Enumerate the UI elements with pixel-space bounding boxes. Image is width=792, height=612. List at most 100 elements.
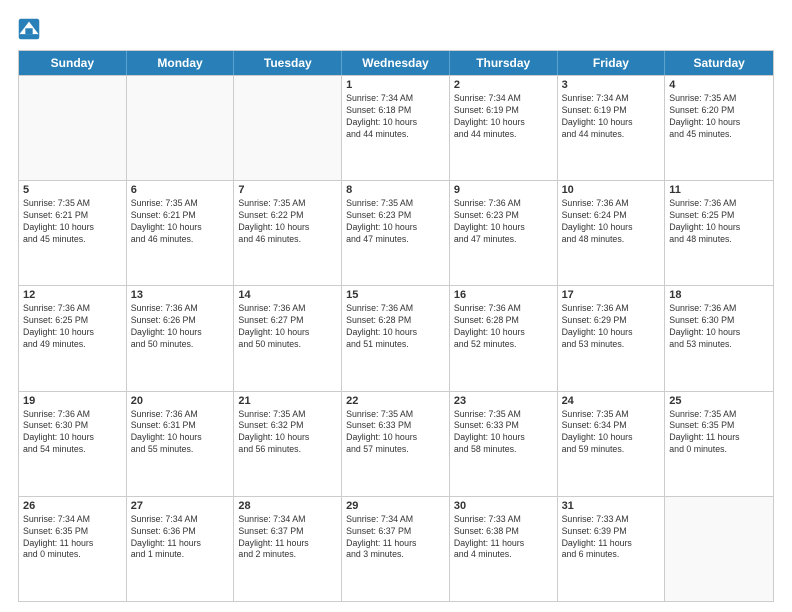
day-info: Sunrise: 7:36 AM Sunset: 6:24 PM Dayligh… — [562, 198, 661, 246]
day-number: 16 — [454, 289, 553, 301]
day-number: 20 — [131, 395, 230, 407]
day-number: 11 — [669, 184, 769, 196]
day-cell-2: 2 Sunrise: 7:34 AM Sunset: 6:19 PM Daylig… — [450, 76, 558, 180]
day-cell-8: 8Sunrise: 7:35 AM Sunset: 6:23 PM Daylig… — [342, 181, 450, 285]
day-cell-29: 29 Sunrise: 7:34 AM Sunset: 6:37 PM Dayli… — [342, 497, 450, 601]
page-header — [18, 18, 774, 40]
day-info: Sunrise: 7:36 AM Sunset: 6:26 PM Dayligh… — [131, 303, 230, 351]
day-number: 18 — [669, 289, 769, 301]
day-cell-18: 18 Sunrise: 7:36 AM Sunset: 6:30 PM Dayli… — [665, 286, 773, 390]
day-cell-3: 3 Sunrise: 7:34 AM Sunset: 6:19 PM Daylig… — [558, 76, 666, 180]
day-info: Sunrise: 7:35 AM Sunset: 6:20 PM Dayligh… — [669, 93, 769, 141]
day-cell-31: 31 Sunrise: 7:33 AM Sunset: 6:39 PM Dayli… — [558, 497, 666, 601]
calendar-row-4: 26 Sunrise: 7:34 AM Sunset: 6:35 PM Dayli… — [19, 496, 773, 601]
calendar-row-0: 1Sunrise: 7:34 AM Sunset: 6:18 PM Daylig… — [19, 75, 773, 180]
day-cell-14: 14 Sunrise: 7:36 AM Sunset: 6:27 PM Dayli… — [234, 286, 342, 390]
day-number: 9 — [454, 184, 553, 196]
header-cell-wednesday: Wednesday — [342, 51, 450, 75]
empty-cell-0-0 — [19, 76, 127, 180]
day-cell-16: 16 Sunrise: 7:36 AM Sunset: 6:28 PM Dayli… — [450, 286, 558, 390]
day-number: 3 — [562, 79, 661, 91]
day-number: 24 — [562, 395, 661, 407]
header-cell-friday: Friday — [558, 51, 666, 75]
day-cell-28: 28 Sunrise: 7:34 AM Sunset: 6:37 PM Dayli… — [234, 497, 342, 601]
day-cell-10: 10 Sunrise: 7:36 AM Sunset: 6:24 PM Dayli… — [558, 181, 666, 285]
day-info: Sunrise: 7:36 AM Sunset: 6:30 PM Dayligh… — [23, 409, 122, 457]
day-cell-1: 1Sunrise: 7:34 AM Sunset: 6:18 PM Daylig… — [342, 76, 450, 180]
day-number: 26 — [23, 500, 122, 512]
day-info: Sunrise: 7:34 AM Sunset: 6:37 PM Dayligh… — [238, 514, 337, 562]
day-info: Sunrise: 7:35 AM Sunset: 6:21 PM Dayligh… — [23, 198, 122, 246]
calendar-row-1: 5 Sunrise: 7:35 AM Sunset: 6:21 PM Daylig… — [19, 180, 773, 285]
day-cell-20: 20 Sunrise: 7:36 AM Sunset: 6:31 PM Dayli… — [127, 392, 235, 496]
day-cell-7: 7Sunrise: 7:35 AM Sunset: 6:22 PM Daylig… — [234, 181, 342, 285]
day-cell-6: 6 Sunrise: 7:35 AM Sunset: 6:21 PM Daylig… — [127, 181, 235, 285]
day-number: 2 — [454, 79, 553, 91]
day-cell-17: 17Sunrise: 7:36 AM Sunset: 6:29 PM Dayli… — [558, 286, 666, 390]
day-info: Sunrise: 7:36 AM Sunset: 6:30 PM Dayligh… — [669, 303, 769, 351]
day-info: Sunrise: 7:35 AM Sunset: 6:21 PM Dayligh… — [131, 198, 230, 246]
day-info: Sunrise: 7:36 AM Sunset: 6:23 PM Dayligh… — [454, 198, 553, 246]
day-info: Sunrise: 7:35 AM Sunset: 6:22 PM Dayligh… — [238, 198, 337, 246]
header-cell-sunday: Sunday — [19, 51, 127, 75]
day-info: Sunrise: 7:34 AM Sunset: 6:18 PM Dayligh… — [346, 93, 445, 141]
day-info: Sunrise: 7:36 AM Sunset: 6:31 PM Dayligh… — [131, 409, 230, 457]
day-cell-12: 12 Sunrise: 7:36 AM Sunset: 6:25 PM Dayli… — [19, 286, 127, 390]
day-info: Sunrise: 7:36 AM Sunset: 6:28 PM Dayligh… — [454, 303, 553, 351]
calendar-body: 1Sunrise: 7:34 AM Sunset: 6:18 PM Daylig… — [19, 75, 773, 601]
day-info: Sunrise: 7:33 AM Sunset: 6:39 PM Dayligh… — [562, 514, 661, 562]
header-cell-tuesday: Tuesday — [234, 51, 342, 75]
day-number: 25 — [669, 395, 769, 407]
day-info: Sunrise: 7:33 AM Sunset: 6:38 PM Dayligh… — [454, 514, 553, 562]
day-info: Sunrise: 7:35 AM Sunset: 6:35 PM Dayligh… — [669, 409, 769, 457]
day-cell-24: 24 Sunrise: 7:35 AM Sunset: 6:34 PM Dayli… — [558, 392, 666, 496]
day-number: 31 — [562, 500, 661, 512]
day-info: Sunrise: 7:35 AM Sunset: 6:33 PM Dayligh… — [454, 409, 553, 457]
day-cell-21: 21 Sunrise: 7:35 AM Sunset: 6:32 PM Dayli… — [234, 392, 342, 496]
calendar: SundayMondayTuesdayWednesdayThursdayFrid… — [18, 50, 774, 602]
day-number: 19 — [23, 395, 122, 407]
day-info: Sunrise: 7:34 AM Sunset: 6:19 PM Dayligh… — [454, 93, 553, 141]
day-info: Sunrise: 7:34 AM Sunset: 6:37 PM Dayligh… — [346, 514, 445, 562]
day-cell-5: 5 Sunrise: 7:35 AM Sunset: 6:21 PM Daylig… — [19, 181, 127, 285]
day-info: Sunrise: 7:36 AM Sunset: 6:25 PM Dayligh… — [23, 303, 122, 351]
day-cell-13: 13 Sunrise: 7:36 AM Sunset: 6:26 PM Dayli… — [127, 286, 235, 390]
empty-cell-0-2 — [234, 76, 342, 180]
calendar-page: SundayMondayTuesdayWednesdayThursdayFrid… — [0, 0, 792, 612]
day-info: Sunrise: 7:34 AM Sunset: 6:35 PM Dayligh… — [23, 514, 122, 562]
day-cell-23: 23Sunrise: 7:35 AM Sunset: 6:33 PM Dayli… — [450, 392, 558, 496]
day-number: 12 — [23, 289, 122, 301]
day-number: 5 — [23, 184, 122, 196]
day-number: 28 — [238, 500, 337, 512]
day-info: Sunrise: 7:35 AM Sunset: 6:34 PM Dayligh… — [562, 409, 661, 457]
day-info: Sunrise: 7:36 AM Sunset: 6:28 PM Dayligh… — [346, 303, 445, 351]
day-number: 29 — [346, 500, 445, 512]
day-number: 6 — [131, 184, 230, 196]
day-number: 10 — [562, 184, 661, 196]
logo — [18, 18, 44, 40]
day-info: Sunrise: 7:35 AM Sunset: 6:33 PM Dayligh… — [346, 409, 445, 457]
header-cell-saturday: Saturday — [665, 51, 773, 75]
day-number: 8 — [346, 184, 445, 196]
day-number: 13 — [131, 289, 230, 301]
day-info: Sunrise: 7:36 AM Sunset: 6:25 PM Dayligh… — [669, 198, 769, 246]
day-cell-4: 4 Sunrise: 7:35 AM Sunset: 6:20 PM Daylig… — [665, 76, 773, 180]
day-cell-26: 26 Sunrise: 7:34 AM Sunset: 6:35 PM Dayli… — [19, 497, 127, 601]
day-number: 22 — [346, 395, 445, 407]
day-number: 14 — [238, 289, 337, 301]
empty-cell-4-6 — [665, 497, 773, 601]
day-number: 21 — [238, 395, 337, 407]
calendar-row-3: 19 Sunrise: 7:36 AM Sunset: 6:30 PM Dayli… — [19, 391, 773, 496]
empty-cell-0-1 — [127, 76, 235, 180]
day-number: 30 — [454, 500, 553, 512]
day-cell-11: 11 Sunrise: 7:36 AM Sunset: 6:25 PM Dayli… — [665, 181, 773, 285]
day-number: 4 — [669, 79, 769, 91]
day-info: Sunrise: 7:36 AM Sunset: 6:27 PM Dayligh… — [238, 303, 337, 351]
day-cell-27: 27Sunrise: 7:34 AM Sunset: 6:36 PM Dayli… — [127, 497, 235, 601]
day-info: Sunrise: 7:34 AM Sunset: 6:19 PM Dayligh… — [562, 93, 661, 141]
day-cell-15: 15Sunrise: 7:36 AM Sunset: 6:28 PM Dayli… — [342, 286, 450, 390]
logo-icon — [18, 18, 40, 40]
day-number: 27 — [131, 500, 230, 512]
day-cell-30: 30 Sunrise: 7:33 AM Sunset: 6:38 PM Dayli… — [450, 497, 558, 601]
day-info: Sunrise: 7:35 AM Sunset: 6:32 PM Dayligh… — [238, 409, 337, 457]
